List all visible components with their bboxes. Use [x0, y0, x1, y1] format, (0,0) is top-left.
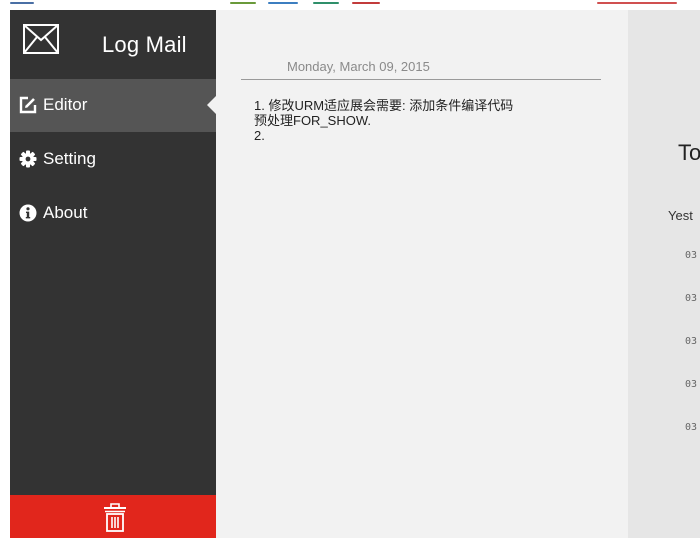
taskbar-mark	[230, 2, 256, 4]
taskbar-mark	[268, 2, 298, 4]
log-line: 预处理FOR_SHOW.	[254, 113, 372, 128]
preview-entry: 03	[685, 293, 698, 304]
sidebar-item-label: About	[43, 203, 88, 222]
info-icon	[19, 204, 37, 222]
preview-pane: To Yest 03 03 03 03 03	[628, 10, 700, 538]
trash-button[interactable]	[10, 495, 216, 538]
preview-title: To	[678, 140, 700, 165]
app-title: Log Mail	[102, 32, 187, 57]
preview-entry: 03	[685, 250, 698, 261]
preview-entry: 03	[685, 422, 698, 433]
log-line: 2.	[254, 128, 265, 143]
trash-icon	[104, 503, 126, 532]
sidebar-item-label: Editor	[43, 95, 88, 114]
log-editor-textarea[interactable]: 1. 修改URM适应展会需要: 添加条件编译代码 预处理FOR_SHOW. 2.	[254, 98, 594, 143]
taskbar-mark	[313, 2, 339, 4]
log-date: Monday, March 09, 2015	[287, 59, 430, 74]
taskbar-mark	[352, 2, 380, 4]
edit-icon	[19, 96, 37, 114]
sidebar-item-editor[interactable]: Editor	[10, 79, 217, 132]
sidebar-item-about[interactable]: About	[10, 187, 216, 240]
sidebar-item-setting[interactable]: Setting	[10, 133, 216, 186]
preview-subtitle: Yest	[668, 208, 693, 223]
preview-entry: 03	[685, 336, 698, 347]
envelope-icon	[23, 24, 59, 54]
app-brand: Log Mail	[10, 10, 216, 79]
log-mail-window: Log Mail Editor Setting About Monday, Ma…	[10, 10, 700, 538]
desktop-background-strip	[0, 0, 700, 10]
gear-icon	[19, 150, 37, 168]
log-line: 1. 修改URM适应展会需要: 添加条件编译代码	[254, 98, 514, 113]
sidebar: Log Mail Editor Setting About	[10, 10, 217, 538]
editor-pane: Monday, March 09, 2015 1. 修改URM适应展会需要: 添…	[216, 10, 628, 538]
taskbar-mark	[597, 2, 677, 4]
preview-entry: 03	[685, 379, 698, 390]
taskbar-mark	[10, 2, 34, 4]
date-header: Monday, March 09, 2015	[241, 58, 601, 80]
sidebar-item-label: Setting	[43, 149, 96, 168]
